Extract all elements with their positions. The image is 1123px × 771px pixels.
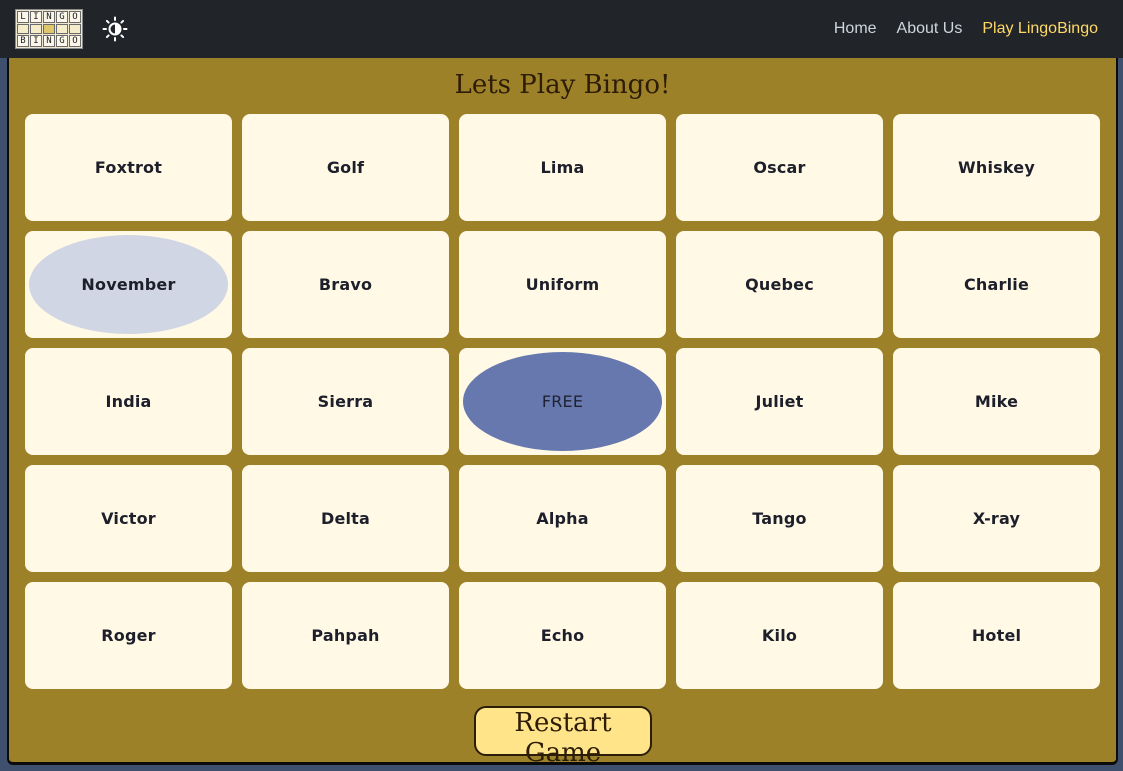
logo-cell [43, 24, 55, 34]
bingo-tile-tango[interactable]: Tango [676, 465, 883, 572]
restart-game-button[interactable]: Restart Game [474, 706, 652, 768]
bingo-tile-x-ray[interactable]: X-ray [893, 465, 1100, 572]
logo-cell: L [17, 11, 29, 23]
bingo-tile-uniform[interactable]: Uniform [459, 231, 666, 338]
logo-cell: N [43, 35, 55, 47]
logo-cell: G [56, 11, 68, 23]
tile-label: Victor [101, 509, 156, 528]
nav-link-play-lingobingo[interactable]: Play LingoBingo [982, 20, 1098, 38]
bingo-tile-lima[interactable]: Lima [459, 114, 666, 221]
bingo-tile-india[interactable]: India [25, 348, 232, 455]
tile-label: India [105, 392, 152, 411]
bingo-tile-bravo[interactable]: Bravo [242, 231, 449, 338]
brightness-icon[interactable] [102, 16, 128, 42]
nav-link-about-us[interactable]: About Us [897, 20, 963, 38]
bingo-tile-juliet[interactable]: Juliet [676, 348, 883, 455]
tile-label: Lima [540, 158, 585, 177]
bingo-tile-alpha[interactable]: Alpha [459, 465, 666, 572]
bingo-tile-pahpah[interactable]: Pahpah [242, 582, 449, 689]
bingo-tile-kilo[interactable]: Kilo [676, 582, 883, 689]
tile-label: Tango [752, 509, 807, 528]
bingo-tile-charlie[interactable]: Charlie [893, 231, 1100, 338]
page-title: Lets Play Bingo! [454, 70, 671, 100]
bingo-tile-roger[interactable]: Roger [25, 582, 232, 689]
logo-cell [56, 24, 68, 34]
bingo-tile-free[interactable]: FREE [459, 348, 666, 455]
tile-label: Uniform [525, 275, 600, 294]
bingo-tile-golf[interactable]: Golf [242, 114, 449, 221]
tile-label: Echo [540, 626, 585, 645]
bingo-tile-november[interactable]: November [25, 231, 232, 338]
tile-label: Alpha [536, 509, 589, 528]
bingo-tile-hotel[interactable]: Hotel [893, 582, 1100, 689]
tile-label: Whiskey [958, 158, 1035, 177]
nav-links: Home About Us Play LingoBingo [834, 0, 1098, 58]
bingo-tile-delta[interactable]: Delta [242, 465, 449, 572]
logo-cell: O [69, 11, 81, 23]
tile-label: Foxtrot [94, 158, 163, 177]
logo-cell: O [69, 35, 81, 47]
logo-cell: G [56, 35, 68, 47]
logo-cell: B [17, 35, 29, 47]
tile-label: Hotel [971, 626, 1022, 645]
tile-label: X-ray [972, 509, 1021, 528]
tile-label: Bravo [318, 275, 373, 294]
tile-label: Oscar [753, 158, 806, 177]
logo-cell: N [43, 11, 55, 23]
navbar: LINGO BINGO Home About Us Play LingoBingo [0, 0, 1123, 58]
tile-label: Delta [320, 509, 371, 528]
tile-label: November [81, 275, 176, 294]
lingobingo-logo[interactable]: LINGO BINGO [15, 9, 83, 49]
bingo-tile-sierra[interactable]: Sierra [242, 348, 449, 455]
tile-label: Golf [326, 158, 365, 177]
bingo-tile-oscar[interactable]: Oscar [676, 114, 883, 221]
tile-label: Quebec [745, 275, 814, 294]
bingo-grid: Foxtrot Golf Lima Oscar Whiskey November Bravo… [25, 114, 1100, 689]
bingo-tile-whiskey[interactable]: Whiskey [893, 114, 1100, 221]
tile-label: Kilo [761, 626, 798, 645]
tile-label: Roger [101, 626, 156, 645]
tile-label: FREE [541, 392, 584, 411]
logo-cell [17, 24, 29, 34]
tile-label: Charlie [963, 275, 1030, 294]
logo-cell [30, 24, 42, 34]
bingo-tile-quebec[interactable]: Quebec [676, 231, 883, 338]
tile-label: Mike [974, 392, 1019, 411]
logo-cell [69, 24, 81, 34]
bingo-tile-mike[interactable]: Mike [893, 348, 1100, 455]
tile-label: Sierra [317, 392, 374, 411]
logo-cell: I [30, 11, 42, 23]
tile-label: Pahpah [311, 626, 380, 645]
bingo-tile-echo[interactable]: Echo [459, 582, 666, 689]
nav-link-home[interactable]: Home [834, 20, 877, 38]
logo-cell: I [30, 35, 42, 47]
bingo-tile-victor[interactable]: Victor [25, 465, 232, 572]
bingo-board: Lets Play Bingo! Foxtrot Golf Lima Oscar Whi… [7, 58, 1118, 768]
bingo-tile-foxtrot[interactable]: Foxtrot [25, 114, 232, 221]
tile-label: Juliet [755, 392, 804, 411]
